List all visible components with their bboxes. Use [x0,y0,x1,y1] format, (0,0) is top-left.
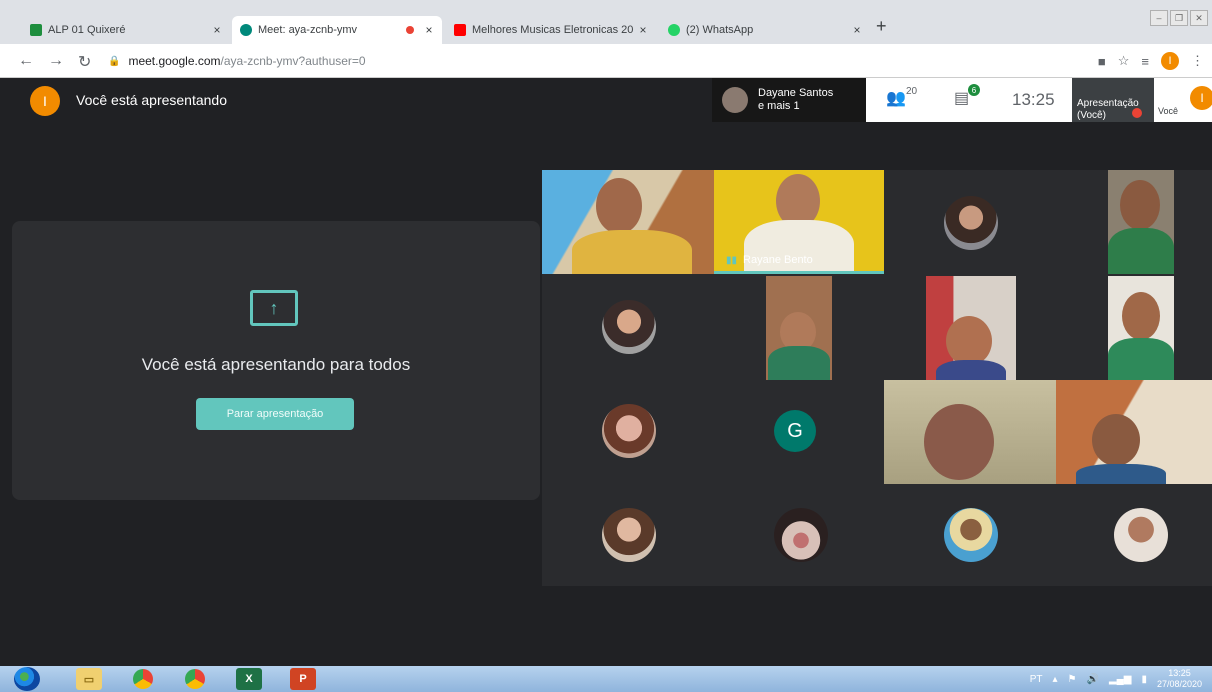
people-icon[interactable]: 👥 [886,88,906,108]
participant-avatar[interactable] [1114,508,1168,562]
meet-window: I Você está apresentando Dayane Santos e… [0,78,1212,666]
new-tab-button[interactable]: + [876,16,887,37]
participant-avatar[interactable] [602,300,656,354]
active-speaker-tile[interactable]: ▮▮ Rayane Bento [714,170,884,274]
youtube-favicon-icon [454,24,466,36]
close-window-icon[interactable]: ✕ [1190,10,1208,26]
system-tray: PT ▴ ⚑ 🔊 ▂▄▆ ▮ 13:25 27/08/2020 [1030,666,1202,692]
self-thumbnail[interactable]: I Você [1154,78,1212,122]
participant-thumbnail [722,87,748,113]
address-bar[interactable]: 🔒 meet.google.com/aya-zcnb-ymv?authuser=… [108,50,1068,72]
profile-avatar[interactable]: I [1161,52,1179,70]
participant-tile[interactable] [884,380,1056,484]
self-avatar: I [1190,86,1212,110]
windows-taskbar: ▭ X P PT ▴ ⚑ 🔊 ▂▄▆ ▮ 13:25 27/08/2020 [0,666,1212,692]
chat-badge: 6 [968,84,980,96]
minimize-icon[interactable]: – [1150,10,1168,26]
participant-avatar[interactable] [602,404,656,458]
volume-icon[interactable]: 🔊 [1087,674,1099,685]
speaking-indicator [714,271,884,274]
close-tab-icon[interactable]: × [850,23,864,37]
participant-tile[interactable] [542,170,714,274]
meet-clock: 13:25 [1012,90,1055,109]
participant-avatar[interactable] [944,196,998,250]
participant-tile[interactable] [1108,276,1174,380]
meet-top-bar: Dayane Santos e mais 1 👥 20 ▤ 6 13:25 Ap… [712,78,1212,122]
participant-tile[interactable] [1056,380,1212,484]
whatsapp-favicon-icon [668,24,680,36]
presenting-panel: ↑ Você está apresentando para todos Para… [12,221,540,500]
audio-bars-icon: ▮▮ [726,254,738,266]
participant-preview[interactable]: Dayane Santos e mais 1 [712,78,866,122]
close-tab-icon[interactable]: × [636,23,650,37]
tab-meet[interactable]: Meet: aya-zcnb-ymv × [232,16,442,44]
show-hidden-icons-icon[interactable]: ▴ [1053,674,1058,685]
forward-icon[interactable]: → [48,52,64,70]
presentation-thumbnail[interactable]: Apresentação (Você) [1072,78,1154,122]
speaker-name-badge: ▮▮ Rayane Bento [726,254,813,266]
reading-list-icon[interactable]: ≡ [1141,54,1149,69]
tab-alp[interactable]: ALP 01 Quixeré × [22,16,230,44]
close-tab-icon[interactable]: × [422,23,436,37]
chrome-icon[interactable] [130,668,156,690]
browser-toolbar: ← → ↻ 🔒 meet.google.com/aya-zcnb-ymv?aut… [0,44,1212,78]
network-icon[interactable]: ▂▄▆ [1109,674,1131,685]
language-indicator[interactable]: PT [1030,674,1043,685]
tab-whatsapp[interactable]: (2) WhatsApp × [660,16,870,44]
taskbar-clock[interactable]: 13:25 27/08/2020 [1157,668,1202,690]
back-icon[interactable]: ← [18,52,34,70]
participant-avatar[interactable] [774,508,828,562]
browser-chrome: ALP 01 Quixeré × Meet: aya-zcnb-ymv × Me… [0,0,1212,78]
participant-avatar[interactable] [602,508,656,562]
meet-controls: 👥 20 ▤ 6 13:25 [866,78,1072,122]
toolbar-icons: ■ ☆ ≡ I ⋮ [1098,52,1204,70]
present-screen-icon: ↑ [250,290,298,326]
participant-tile[interactable] [766,276,832,380]
meet-favicon-icon [240,24,252,36]
menu-icon[interactable]: ⋮ [1191,53,1204,69]
file-explorer-icon[interactable]: ▭ [76,668,102,690]
lock-icon: 🔒 [108,55,121,67]
participant-tile[interactable] [1108,170,1174,274]
reload-icon[interactable]: ↻ [78,52,91,72]
participant-initial-avatar[interactable]: G [774,410,816,452]
tab-youtube[interactable]: Melhores Musicas Eletronicas 20 × [446,16,656,44]
participant-tile[interactable] [926,276,1016,380]
excel-icon[interactable]: X [236,668,262,690]
window-controls: – ❐ ✕ [1150,10,1208,26]
user-avatar: I [30,86,60,116]
flag-icon[interactable]: ⚑ [1068,674,1077,685]
powerpoint-icon[interactable]: P [290,668,316,690]
participant-grid: ▮▮ Rayane Bento G [542,170,1212,586]
start-button[interactable] [14,667,40,691]
restore-icon[interactable]: ❐ [1170,10,1188,26]
camera-icon[interactable]: ■ [1098,54,1106,69]
presenting-message: Você está apresentando para todos [141,355,411,374]
battery-icon[interactable]: ▮ [1141,674,1147,685]
tab-strip: ALP 01 Quixeré × Meet: aya-zcnb-ymv × Me… [0,16,1212,44]
chat-icon[interactable]: ▤ [954,88,969,108]
participants-count: 20 [906,86,918,97]
stop-presenting-button[interactable]: Parar apresentação [196,398,354,430]
participant-avatar[interactable] [944,508,998,562]
recording-dot-icon [406,26,414,34]
muted-mic-icon [1132,108,1142,118]
chrome-icon[interactable] [182,668,208,690]
star-icon[interactable]: ☆ [1118,53,1130,69]
presenting-header: Você está apresentando [76,92,228,108]
classroom-favicon-icon [30,24,42,36]
close-tab-icon[interactable]: × [210,23,224,37]
